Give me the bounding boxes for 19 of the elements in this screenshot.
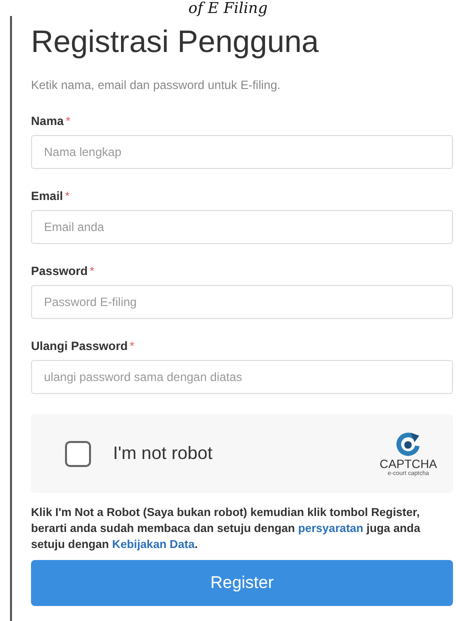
caption-text: of E Filing [187,0,269,16]
refresh-logo-icon [394,430,422,458]
page-title: Registrasi Pengguna [31,23,320,61]
input-field[interactable]: Email anda [31,210,453,244]
input-field[interactable]: Password E-filing [31,285,453,319]
field-label: Ulangi Password * [31,339,136,353]
robot-checkbox[interactable] [65,440,91,466]
terms-link[interactable]: persyaratan [298,523,364,535]
field-label: Nama * [31,114,72,128]
input-field[interactable]: ulangi password sama dengan diatas [31,360,453,394]
register-button[interactable]: Register [31,560,453,606]
subtitle-text: Ketik nama, email dan password untuk E-filing. [31,78,282,92]
captcha-logo-text: CAPTCHA [380,458,437,471]
checkbox-label: I'm not robot [113,443,214,464]
terms-link[interactable]: Kebijakan Data [112,539,195,551]
field-label: Email * [31,189,71,203]
terms-notice: Klik I'm Not a Robot (Saya bukan robot) kemudian klik tombol Register, berarti anda sudah membaca dan setuju dengan persyaratan juga anda setuju dengan Kebijakan Data. [31,506,422,553]
input-field[interactable]: Nama lengkap [31,135,453,169]
field-label: Password * [31,264,96,278]
